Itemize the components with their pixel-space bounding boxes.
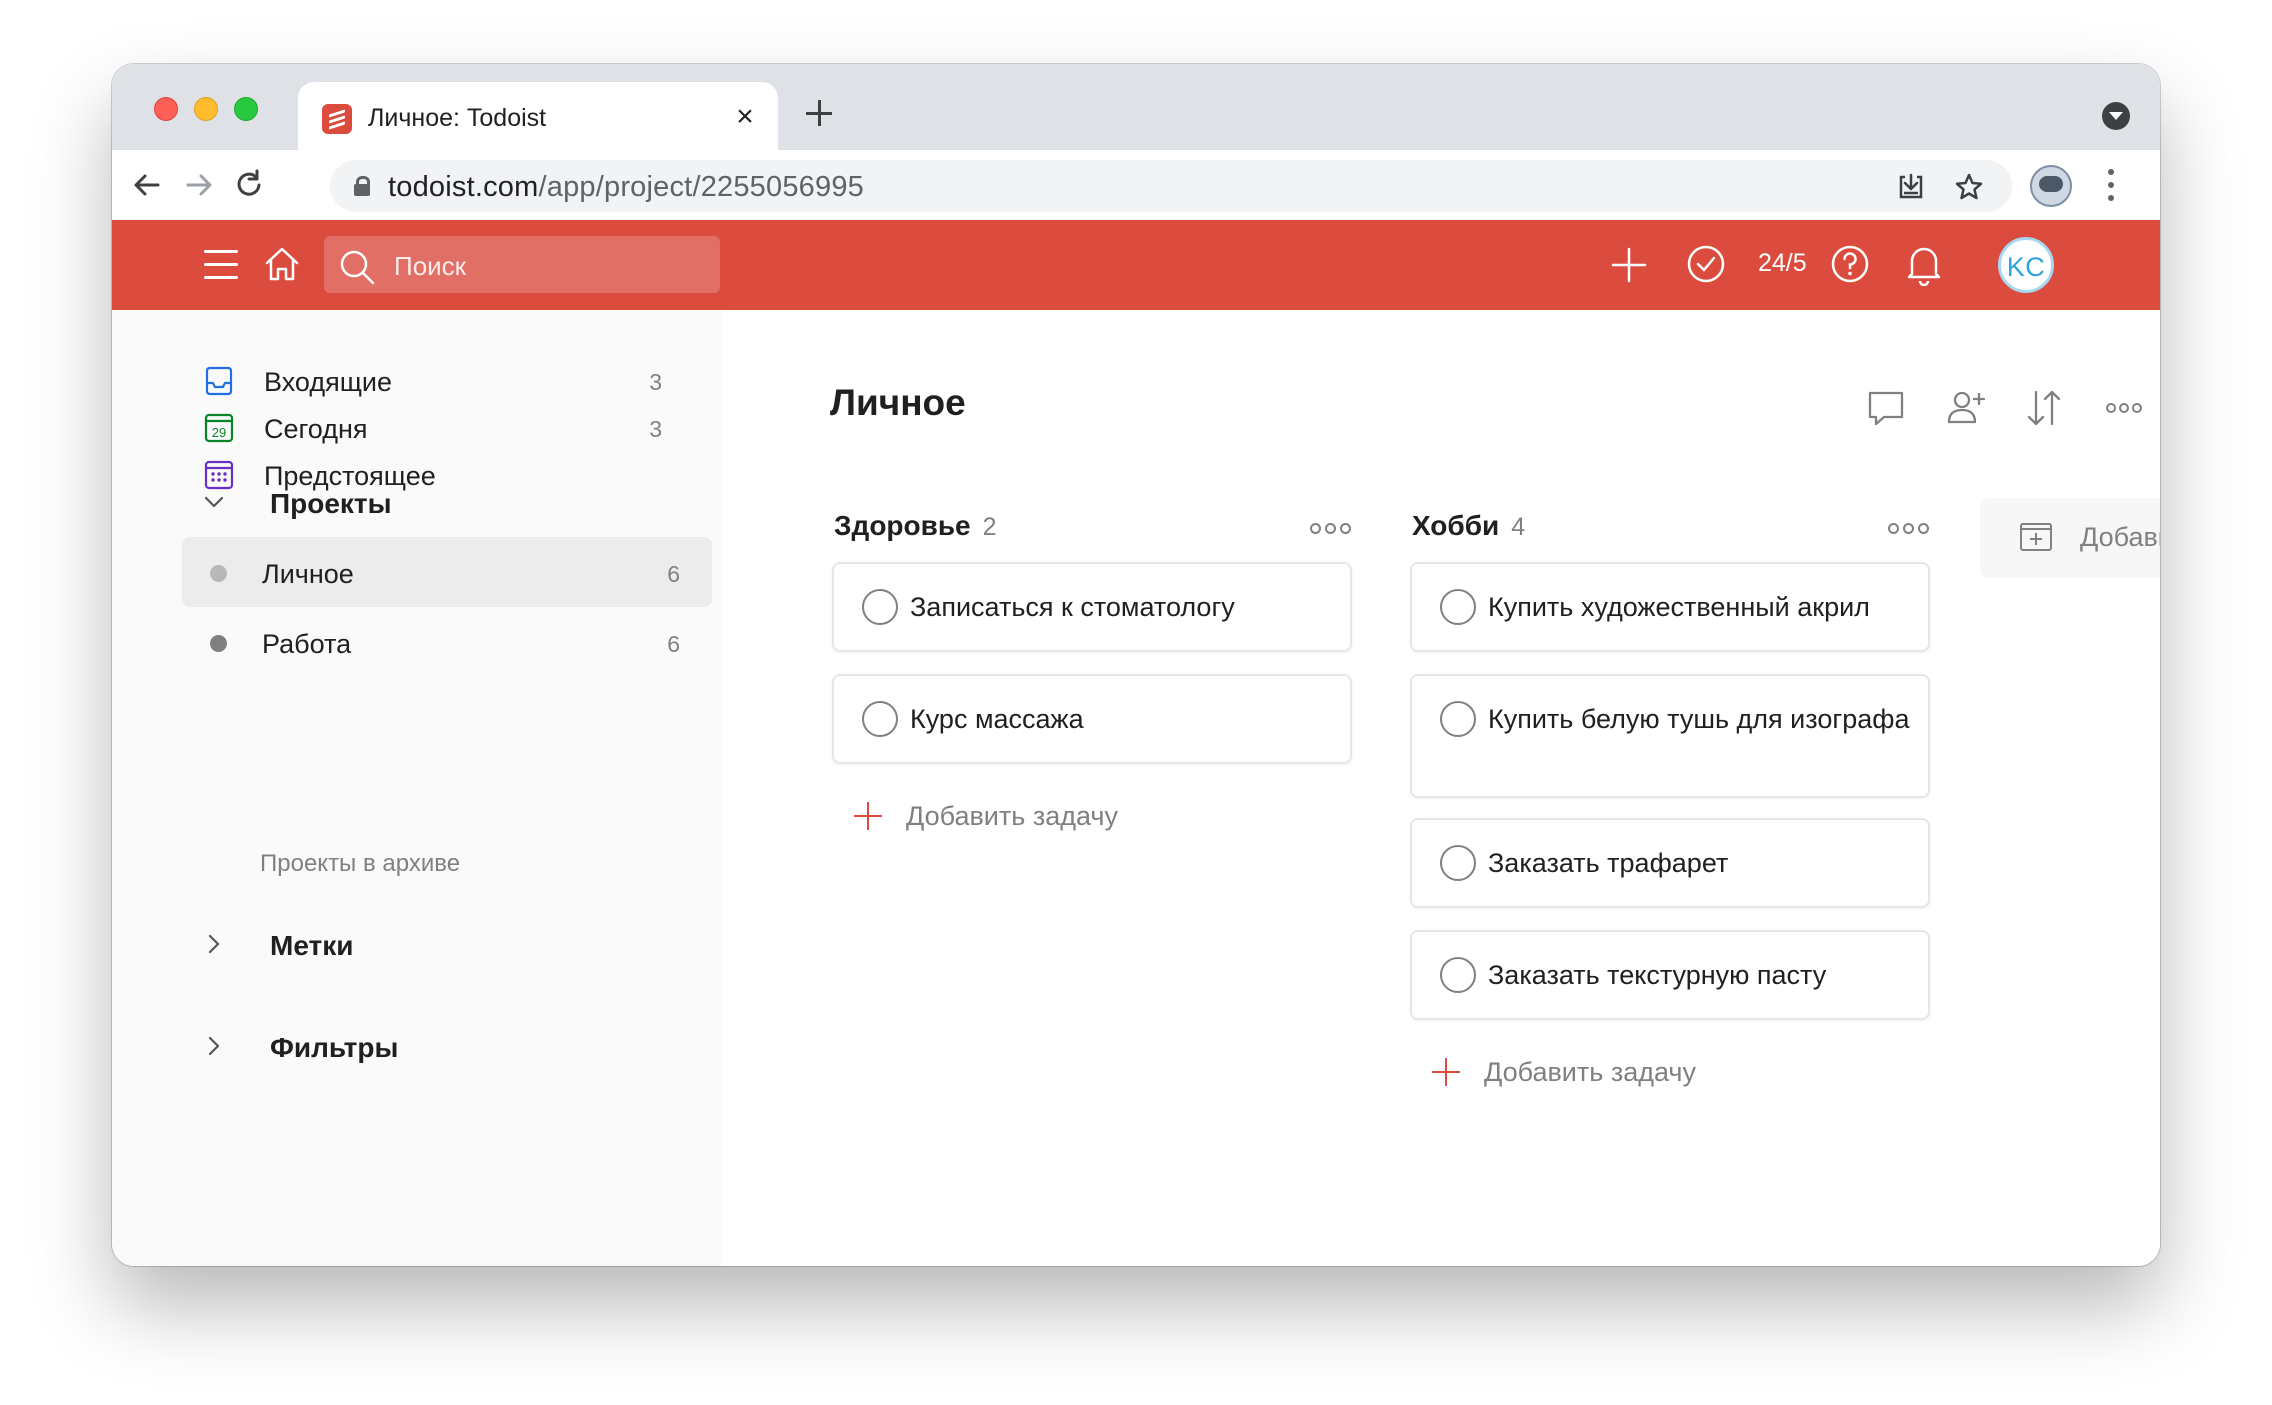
back-arrow-icon[interactable] — [130, 168, 164, 202]
task-checkbox[interactable] — [1440, 845, 1476, 881]
browser-toolbar: todoist.com/app/project/2255056995 — [112, 150, 2160, 220]
sort-icon[interactable] — [2022, 386, 2066, 430]
tab-title: Личное: Todoist — [368, 104, 547, 132]
browser-window: Личное: Todoist × todoist.com/app/projec… — [112, 64, 2160, 1266]
sidebar: Входящие 3 29 Сегодня 3 Предстоящее Прое… — [112, 310, 722, 1266]
task-checkbox[interactable] — [862, 701, 898, 737]
menu-toggle-icon[interactable] — [204, 250, 238, 280]
add-section-button[interactable]: Добавить раздел — [1980, 498, 2160, 578]
todoist-favicon-icon — [322, 104, 352, 134]
maximize-window-button[interactable] — [234, 97, 258, 121]
section-more-icon[interactable] — [1310, 522, 1352, 536]
help-icon[interactable] — [1830, 244, 1870, 284]
task-card[interactable]: Записаться к стоматологу — [832, 562, 1352, 652]
home-icon[interactable] — [262, 244, 302, 284]
reload-icon[interactable] — [232, 168, 266, 202]
tab-close-icon[interactable]: × — [730, 102, 760, 132]
task-checkbox[interactable] — [1440, 957, 1476, 993]
add-section-icon — [2020, 523, 2052, 551]
search-placeholder: Поиск — [394, 251, 467, 281]
productivity-check-icon[interactable] — [1686, 244, 1726, 284]
browser-tab[interactable]: Личное: Todoist × — [298, 82, 778, 152]
karma-count[interactable]: 24/5 — [1758, 249, 1807, 278]
project-color-dot — [210, 635, 227, 652]
task-card[interactable]: Курс массажа — [832, 674, 1352, 764]
chevron-down-icon — [204, 496, 224, 508]
archived-projects-link[interactable]: Проекты в архиве — [260, 850, 460, 878]
sidebar-item-upcoming[interactable]: Предстоящее — [172, 441, 702, 507]
calendar-upcoming-icon — [204, 460, 234, 490]
page-title: Личное — [830, 382, 966, 423]
install-app-icon[interactable] — [1896, 172, 1926, 202]
task-checkbox[interactable] — [1440, 589, 1476, 625]
section-header[interactable]: Хобби 4 — [1412, 510, 1932, 550]
browser-menu-icon[interactable] — [2107, 169, 2115, 203]
main-content: Личное Здоровье 2 Записаться к стоматоло… — [722, 310, 2160, 1266]
notifications-bell-icon[interactable] — [1904, 242, 1944, 286]
task-checkbox[interactable] — [1440, 701, 1476, 737]
project-color-dot — [210, 565, 227, 582]
add-task-button[interactable]: Добавить задачу — [854, 796, 1254, 836]
svg-text:29: 29 — [212, 425, 226, 440]
close-window-button[interactable] — [154, 97, 178, 121]
minimize-window-button[interactable] — [194, 97, 218, 121]
app-header: Поиск 24/5 KC — [112, 220, 2160, 310]
user-avatar[interactable]: KC — [1998, 237, 2054, 293]
inbox-count: 3 — [649, 369, 662, 395]
chevron-right-icon — [208, 934, 220, 954]
address-bar[interactable]: todoist.com/app/project/2255056995 — [330, 160, 2012, 212]
task-card[interactable]: Заказать трафарет — [1410, 818, 1930, 908]
calendar-today-icon: 29 — [204, 413, 234, 443]
today-count: 3 — [649, 416, 662, 442]
search-icon — [340, 250, 375, 285]
task-card[interactable]: Купить художественный акрил — [1410, 562, 1930, 652]
quick-add-plus-icon[interactable] — [1610, 246, 1648, 284]
bookmark-star-icon[interactable] — [1954, 172, 1984, 202]
search-input[interactable]: Поиск — [324, 236, 720, 293]
add-plus-icon — [1432, 1058, 1460, 1086]
new-tab-plus-icon[interactable] — [802, 96, 836, 130]
url-text: todoist.com/app/project/2255056995 — [388, 171, 864, 203]
add-plus-icon — [854, 802, 882, 830]
add-task-button[interactable]: Добавить задачу — [1432, 1052, 1832, 1092]
task-card[interactable]: Купить белую тушь для изографа — [1410, 674, 1930, 798]
tab-strip: Личное: Todoist × — [112, 64, 2160, 152]
tab-search-icon[interactable] — [2102, 102, 2130, 130]
chevron-right-icon — [208, 1036, 220, 1056]
more-options-icon[interactable] — [2102, 386, 2146, 430]
comments-icon[interactable] — [1864, 386, 1908, 430]
task-checkbox[interactable] — [862, 589, 898, 625]
sidebar-project-work[interactable]: Работа 6 — [182, 607, 712, 677]
sidebar-project-personal[interactable]: Личное 6 — [182, 537, 712, 607]
share-add-person-icon[interactable] — [1944, 386, 1988, 430]
browser-profile-avatar[interactable] — [2030, 165, 2072, 207]
forward-arrow-icon[interactable] — [182, 168, 216, 202]
lock-icon — [354, 176, 370, 196]
inbox-icon — [205, 366, 233, 396]
section-more-icon[interactable] — [1888, 522, 1930, 536]
task-card[interactable]: Заказать текстурную пасту — [1410, 930, 1930, 1020]
section-header[interactable]: Здоровье 2 — [834, 510, 1354, 550]
